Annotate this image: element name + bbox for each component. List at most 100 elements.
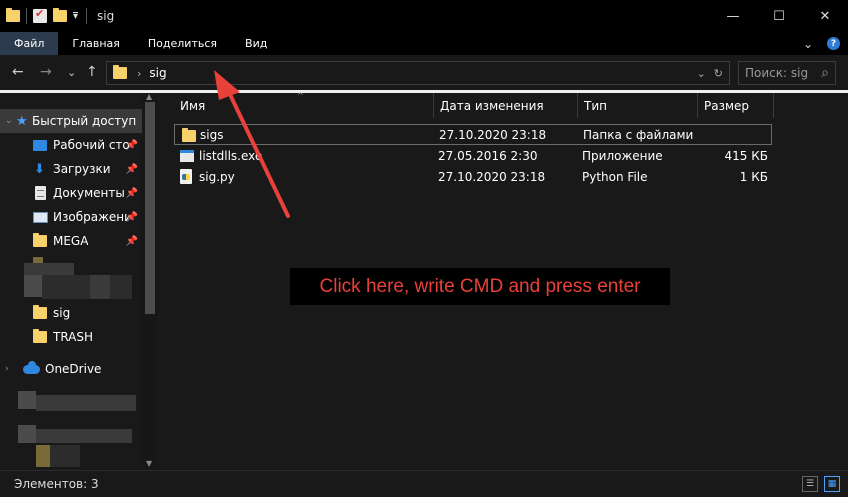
properties-icon[interactable]: [33, 7, 47, 23]
sidebar-item-label: Загрузки: [53, 162, 111, 176]
tab-view[interactable]: Вид: [231, 32, 281, 55]
breadcrumb-separator[interactable]: ›: [137, 67, 141, 80]
ribbon-right: ⌄ ?: [803, 37, 840, 51]
file-name: sigs: [200, 128, 224, 142]
redacted-area: [36, 395, 136, 411]
exe-icon: [180, 150, 194, 162]
sidebar-item-quick-access[interactable]: ⌄ ★ Быстрый доступ: [0, 109, 142, 133]
redacted-area: [36, 445, 50, 467]
tab-file[interactable]: Файл: [0, 32, 59, 55]
file-type: Папка с файлами: [583, 128, 694, 142]
file-size: 1 КБ: [739, 170, 768, 184]
documents-icon: [35, 186, 46, 200]
items-count: Элементов: 3: [14, 477, 99, 491]
expand-ribbon-icon[interactable]: ⌄: [803, 37, 813, 51]
window-title: sig: [97, 9, 115, 23]
refresh-icon[interactable]: ↻: [714, 67, 723, 80]
redacted-area: [42, 275, 132, 299]
sidebar-item-trash[interactable]: TRASH: [0, 325, 142, 349]
redacted-area: [36, 429, 132, 443]
sidebar-item-mega[interactable]: MEGA 📌: [0, 229, 142, 253]
details-view-icon[interactable]: ☰: [802, 476, 818, 492]
recent-locations-icon[interactable]: ⌄: [67, 66, 76, 79]
pin-icon[interactable]: 📌: [126, 188, 138, 199]
pin-icon[interactable]: 📌: [126, 212, 138, 223]
address-controls: ⌄ ↻: [697, 67, 723, 80]
maximize-button[interactable]: ☐: [756, 0, 802, 32]
file-row[interactable]: listdlls.exe 27.05.2016 2:30 Приложение …: [174, 146, 772, 167]
file-row[interactable]: sigs 27.10.2020 23:18 Папка с файлами: [174, 124, 772, 145]
file-row[interactable]: sig.py 27.10.2020 23:18 Python File 1 КБ: [174, 167, 772, 188]
toolbar-divider: [26, 8, 27, 24]
sidebar-item-onedrive[interactable]: › OneDrive: [0, 357, 142, 381]
tab-home[interactable]: Главная: [58, 32, 134, 55]
pin-icon[interactable]: 📌: [126, 140, 138, 151]
breadcrumb-item[interactable]: sig: [149, 66, 166, 80]
desktop-icon: [33, 139, 47, 151]
sidebar-item-label: MEGA: [53, 234, 89, 248]
scroll-up-icon[interactable]: ▲: [146, 92, 152, 101]
close-button[interactable]: ✕: [802, 0, 848, 32]
search-input[interactable]: Поиск: sig ⌕: [738, 61, 836, 85]
new-folder-icon[interactable]: [53, 8, 67, 22]
chevron-right-icon[interactable]: ›: [5, 364, 9, 374]
file-date: 27.10.2020 23:18: [439, 128, 547, 142]
scroll-down-icon[interactable]: ▼: [146, 459, 152, 468]
column-header-label: Тип: [584, 98, 607, 113]
redacted-area: [50, 445, 80, 467]
file-type: Python File: [582, 170, 648, 184]
redacted-area: [24, 275, 42, 297]
back-icon[interactable]: ←: [12, 64, 24, 80]
sidebar-item-downloads[interactable]: ⬇ Загрузки 📌: [0, 157, 142, 181]
column-header-name[interactable]: Имя: [174, 93, 434, 118]
up-icon[interactable]: ↑: [86, 64, 98, 80]
folder-icon: [113, 65, 127, 79]
pictures-icon: [33, 211, 48, 223]
sidebar-scrollbar[interactable]: ▲ ▼: [142, 92, 158, 470]
search-icon: ⌕: [821, 65, 829, 81]
sidebar-item-desktop[interactable]: Рабочий сто... 📌: [0, 133, 142, 157]
title-divider: [86, 8, 88, 24]
download-icon: ⬇: [34, 161, 45, 177]
customize-toolbar-icon[interactable]: ▾: [73, 11, 79, 21]
column-header-label: Дата изменения: [440, 98, 544, 113]
chevron-down-icon[interactable]: ⌄: [5, 116, 13, 126]
file-name: listdlls.exe: [199, 149, 263, 163]
pin-icon[interactable]: 📌: [126, 164, 138, 175]
minimize-button[interactable]: —: [710, 0, 756, 32]
file-name: sig.py: [199, 170, 235, 184]
file-type: Приложение: [582, 149, 663, 163]
forward-icon[interactable]: →: [40, 64, 52, 80]
help-icon[interactable]: ?: [827, 37, 840, 50]
sort-indicator-icon: ^: [297, 91, 304, 100]
sidebar-item-pictures[interactable]: Изображени... 📌: [0, 205, 142, 229]
folder-icon[interactable]: [6, 8, 20, 22]
column-header-type[interactable]: Тип: [578, 93, 698, 118]
pin-icon[interactable]: 📌: [126, 236, 138, 247]
folder-icon: [33, 329, 47, 343]
large-icons-view-icon[interactable]: ▦: [824, 476, 840, 492]
sidebar-item-label: Быстрый доступ: [32, 114, 137, 128]
column-header-size[interactable]: Размер: [698, 93, 774, 118]
file-size: 415 КБ: [724, 149, 768, 163]
star-icon: ★: [16, 113, 28, 129]
address-dropdown-icon[interactable]: ⌄: [697, 67, 706, 80]
redacted-area: [18, 425, 36, 443]
column-header-label: Имя: [180, 98, 206, 113]
column-header-date[interactable]: Дата изменения: [434, 93, 578, 118]
sidebar-item-documents[interactable]: Документы 📌: [0, 181, 142, 205]
scrollbar-thumb[interactable]: [145, 102, 155, 314]
file-date: 27.05.2016 2:30: [438, 149, 538, 163]
ribbon-tabs: Файл Главная Поделиться Вид ⌄ ?: [0, 32, 848, 55]
sidebar-item-sig[interactable]: sig: [0, 301, 142, 325]
column-header-label: Размер: [704, 98, 750, 113]
window-controls: — ☐ ✕: [710, 0, 848, 32]
search-placeholder: Поиск: sig: [745, 66, 809, 80]
sidebar-item-label: Рабочий сто...: [53, 138, 129, 152]
tab-share[interactable]: Поделиться: [134, 32, 231, 55]
sidebar-item-label: Изображени...: [53, 210, 129, 224]
file-date: 27.10.2020 23:18: [438, 170, 546, 184]
address-bar[interactable]: › sig ⌄ ↻: [106, 61, 730, 85]
sidebar-item-label: OneDrive: [45, 362, 102, 376]
cloud-icon: [23, 360, 40, 374]
